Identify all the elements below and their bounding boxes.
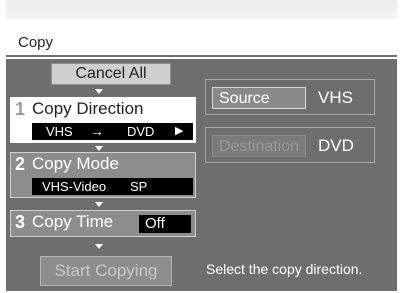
- copy-direction-value: VHS → DVD ▶: [32, 123, 193, 140]
- copy-screen: Copy Cancel All 1 Copy Direction VHS → D…: [0, 0, 403, 293]
- step-number: 1: [15, 99, 26, 119]
- copy-mode-name: VHS-Video: [42, 179, 107, 194]
- step-label: Copy Time: [32, 212, 114, 231]
- source-value: VHS: [318, 88, 353, 107]
- play-right-icon[interactable]: ▶: [175, 123, 183, 140]
- step-copy-mode[interactable]: 2 Copy Mode VHS-Video SP: [10, 152, 196, 198]
- source-field: Source VHS: [205, 79, 375, 115]
- copy-time-value: Off: [139, 215, 191, 233]
- arrow-down-icon: [95, 89, 103, 94]
- arrow-down-icon: [95, 202, 103, 207]
- copy-mode-value: VHS-Video SP: [32, 178, 193, 195]
- page-title: Copy: [18, 34, 54, 51]
- copy-panel: Cancel All 1 Copy Direction VHS → DVD ▶ …: [6, 59, 397, 291]
- direction-to: DVD: [127, 124, 155, 139]
- title-bar: Copy: [6, 0, 397, 57]
- step-label: Copy Direction: [32, 99, 144, 118]
- destination-field: Destination DVD: [205, 127, 375, 163]
- status-message: Select the copy direction.: [206, 261, 363, 277]
- start-copying-button[interactable]: Start Copying: [40, 256, 172, 286]
- direction-from: VHS: [46, 124, 73, 139]
- arrow-down-icon: [95, 244, 103, 249]
- step-number: 3: [15, 212, 26, 232]
- source-label: Source: [212, 87, 306, 109]
- step-label: Copy Mode: [32, 154, 119, 173]
- right-arrow-icon: →: [90, 123, 104, 139]
- cancel-all-button[interactable]: Cancel All: [51, 63, 171, 85]
- copy-mode-quality: SP: [130, 179, 148, 194]
- step-copy-direction[interactable]: 1 Copy Direction VHS → DVD ▶: [10, 97, 196, 143]
- destination-value: DVD: [318, 136, 354, 155]
- step-copy-time[interactable]: 3 Copy Time Off: [10, 210, 196, 237]
- destination-label: Destination: [212, 135, 306, 157]
- step-number: 2: [15, 154, 26, 174]
- arrow-down-icon: [95, 146, 103, 151]
